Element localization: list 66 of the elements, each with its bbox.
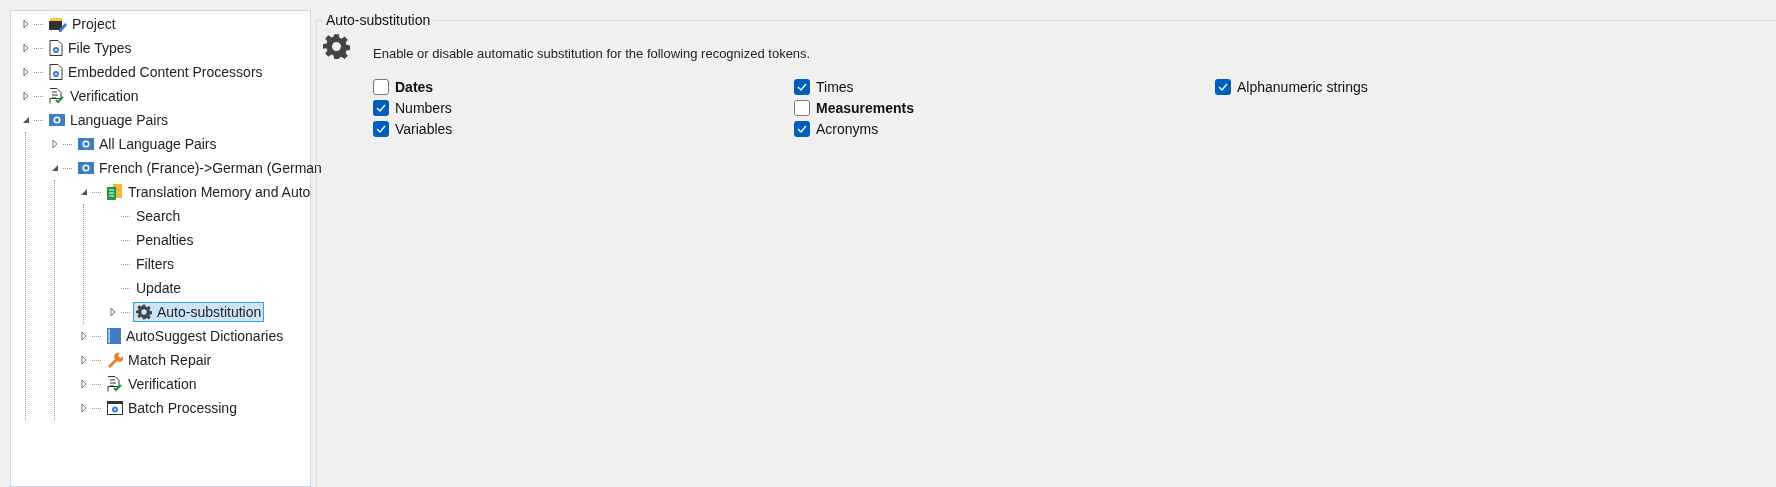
tree-item-label: Match Repair [128, 350, 212, 370]
expand-arrow-icon[interactable] [21, 91, 31, 101]
gear-icon [323, 33, 350, 60]
wrench-icon [107, 352, 123, 368]
globe-icon [78, 138, 94, 150]
document-gear-icon [49, 40, 63, 56]
checkbox-label: Times [816, 77, 854, 97]
tree-item[interactable]: All Language Pairs [75, 134, 220, 154]
checkbox[interactable] [373, 79, 389, 95]
group-title: Auto-substitution [325, 11, 432, 30]
expand-arrow-icon[interactable] [79, 379, 89, 389]
window-gear-icon [107, 401, 123, 415]
expand-arrow-icon[interactable] [21, 19, 31, 29]
document-check-icon [107, 376, 123, 392]
globe-icon [49, 114, 65, 126]
expand-arrow-icon[interactable] [79, 355, 89, 365]
tree-item-label: Language Pairs [70, 110, 169, 130]
folder-pencil-icon [49, 16, 67, 32]
gear-icon [136, 304, 152, 320]
checkmark-icon [797, 125, 807, 133]
checkmark-icon [376, 104, 386, 112]
checkbox[interactable] [373, 100, 389, 116]
expand-arrow-icon[interactable] [108, 307, 118, 317]
checkmark-icon [376, 125, 386, 133]
tree-item-label: Batch Processing [128, 398, 237, 418]
collapse-arrow-icon[interactable] [79, 187, 89, 197]
expand-arrow-icon[interactable] [79, 331, 89, 341]
checkbox-label: Numbers [395, 98, 452, 118]
description: Enable or disable automatic substitution for the following recognized tokens. [373, 45, 812, 63]
tree-item[interactable]: Language Pairs [46, 110, 172, 130]
checkbox-label: Measurements [816, 98, 915, 118]
tree-item[interactable]: Match Repair [104, 350, 215, 370]
globe-icon [78, 162, 94, 174]
checkmark-icon [1218, 83, 1228, 91]
checkbox[interactable] [794, 121, 810, 137]
checkbox[interactable] [1215, 79, 1231, 95]
tree-item[interactable]: Verification [46, 86, 142, 106]
checkmark-icon [797, 83, 807, 91]
checkbox-label: Dates [395, 77, 434, 97]
tree-item[interactable]: Project [46, 14, 119, 34]
document-check-icon [49, 88, 65, 104]
checkbox-label: Alphanumeric strings [1237, 77, 1368, 97]
tree-item[interactable]: Auto-substitution [133, 302, 265, 322]
checkbox[interactable] [794, 79, 810, 95]
checkbox[interactable] [794, 100, 810, 116]
expand-arrow-icon[interactable] [50, 139, 60, 149]
tree-item[interactable]: Batch Processing [104, 398, 240, 418]
tree-item[interactable]: File Types [46, 38, 135, 58]
tree-item-label: File Types [68, 38, 132, 58]
collapse-arrow-icon[interactable] [50, 163, 60, 173]
collapse-arrow-icon[interactable] [21, 115, 31, 125]
tree-item-label: Project [72, 14, 116, 34]
tree-item-label: Auto-substitution [157, 302, 262, 322]
expand-arrow-icon[interactable] [21, 43, 31, 53]
tree-item[interactable]: Verification [104, 374, 200, 394]
checkbox-label: Acronyms [816, 119, 879, 139]
book-icon [107, 328, 121, 344]
tree-item-label: Verification [70, 86, 139, 106]
tree-item-label: All Language Pairs [99, 134, 217, 154]
tree-item-label: Verification [128, 374, 197, 394]
checkbox-label: Variables [395, 119, 453, 139]
document-gear-icon [49, 64, 63, 80]
expand-arrow-icon[interactable] [79, 403, 89, 413]
expand-arrow-icon[interactable] [21, 67, 31, 77]
database-icon [107, 184, 123, 200]
checkbox[interactable] [373, 121, 389, 137]
